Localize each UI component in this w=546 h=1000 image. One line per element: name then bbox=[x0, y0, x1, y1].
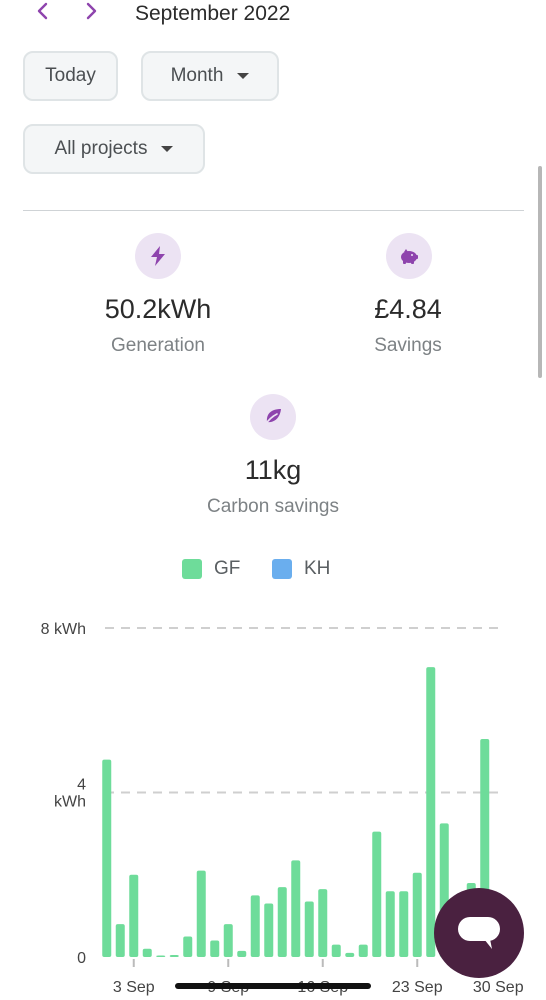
x-tick-label: 23 Sep bbox=[392, 979, 443, 996]
y-tick-label: kWh bbox=[54, 794, 86, 811]
chart-bar bbox=[169, 954, 179, 957]
chart-bar bbox=[277, 887, 287, 957]
carbon-value: 11kg bbox=[244, 455, 302, 485]
legend-swatch-kh bbox=[272, 559, 292, 579]
chart-bar bbox=[102, 759, 112, 957]
calendar-header: September 2022 bbox=[0, 0, 546, 30]
savings-label: Savings bbox=[374, 335, 442, 356]
chart-bar bbox=[156, 955, 166, 957]
range-dropdown[interactable]: Month bbox=[141, 51, 279, 101]
legend-item-kh[interactable]: KH bbox=[272, 558, 330, 580]
savings-value: £4.84 bbox=[374, 294, 442, 324]
x-tick-label: 30 Sep bbox=[473, 979, 524, 996]
legend-swatch-gf bbox=[182, 559, 202, 579]
chart-bar bbox=[385, 891, 395, 957]
carbon-label: Carbon savings bbox=[206, 496, 340, 517]
chart-bar bbox=[142, 948, 152, 957]
piggy-bank-icon bbox=[386, 233, 432, 279]
x-tick-label: 3 Sep bbox=[113, 979, 155, 996]
projects-dropdown[interactable]: All projects bbox=[23, 124, 205, 174]
chart-bar bbox=[345, 952, 355, 957]
prev-month-button[interactable] bbox=[30, 0, 56, 24]
next-month-button[interactable] bbox=[78, 0, 104, 24]
divider bbox=[23, 210, 524, 211]
chart-bar bbox=[115, 924, 125, 957]
chat-bubble-icon bbox=[458, 917, 500, 949]
chart-bar bbox=[412, 872, 422, 957]
chart-bar bbox=[291, 860, 301, 957]
chart-bar bbox=[358, 944, 368, 957]
legend-label-kh: KH bbox=[304, 558, 331, 579]
chevron-right-icon bbox=[86, 2, 97, 20]
caret-down-icon bbox=[161, 146, 174, 152]
chart-bar bbox=[318, 889, 328, 957]
chart-bar bbox=[210, 940, 220, 957]
y-tick-label: 8 kWh bbox=[41, 621, 86, 638]
chart-bar bbox=[304, 901, 314, 957]
legend-item-gf[interactable]: GF bbox=[182, 558, 240, 580]
chart-bar bbox=[331, 944, 341, 957]
scrollbar[interactable] bbox=[538, 166, 542, 378]
today-button-label: Today bbox=[45, 65, 96, 86]
page-title: September 2022 bbox=[135, 2, 291, 25]
chart-bar bbox=[372, 831, 382, 957]
chart-bar bbox=[250, 895, 260, 957]
chat-button[interactable] bbox=[434, 888, 524, 978]
chart-bar bbox=[237, 950, 247, 957]
range-dropdown-label: Month bbox=[170, 65, 224, 86]
caret-down-icon bbox=[237, 73, 250, 79]
chart-bar bbox=[399, 891, 409, 957]
chart-bar bbox=[264, 903, 274, 957]
chart-bar bbox=[183, 936, 193, 957]
lightning-icon bbox=[135, 233, 181, 279]
chevron-left-icon bbox=[37, 2, 48, 20]
chart-bar bbox=[196, 870, 206, 957]
chart-bar bbox=[223, 924, 233, 957]
y-tick-label: 4 bbox=[77, 777, 86, 794]
chart-bar bbox=[129, 874, 139, 957]
leaf-icon bbox=[250, 394, 296, 440]
chart-bar bbox=[426, 667, 436, 957]
y-tick-label: 0 bbox=[77, 950, 86, 967]
legend-label-gf: GF bbox=[214, 558, 241, 579]
home-indicator bbox=[175, 983, 371, 989]
generation-value: 50.2kWh bbox=[104, 294, 212, 324]
generation-label: Generation bbox=[110, 335, 205, 356]
projects-dropdown-label: All projects bbox=[54, 138, 148, 159]
today-button[interactable]: Today bbox=[23, 51, 118, 101]
